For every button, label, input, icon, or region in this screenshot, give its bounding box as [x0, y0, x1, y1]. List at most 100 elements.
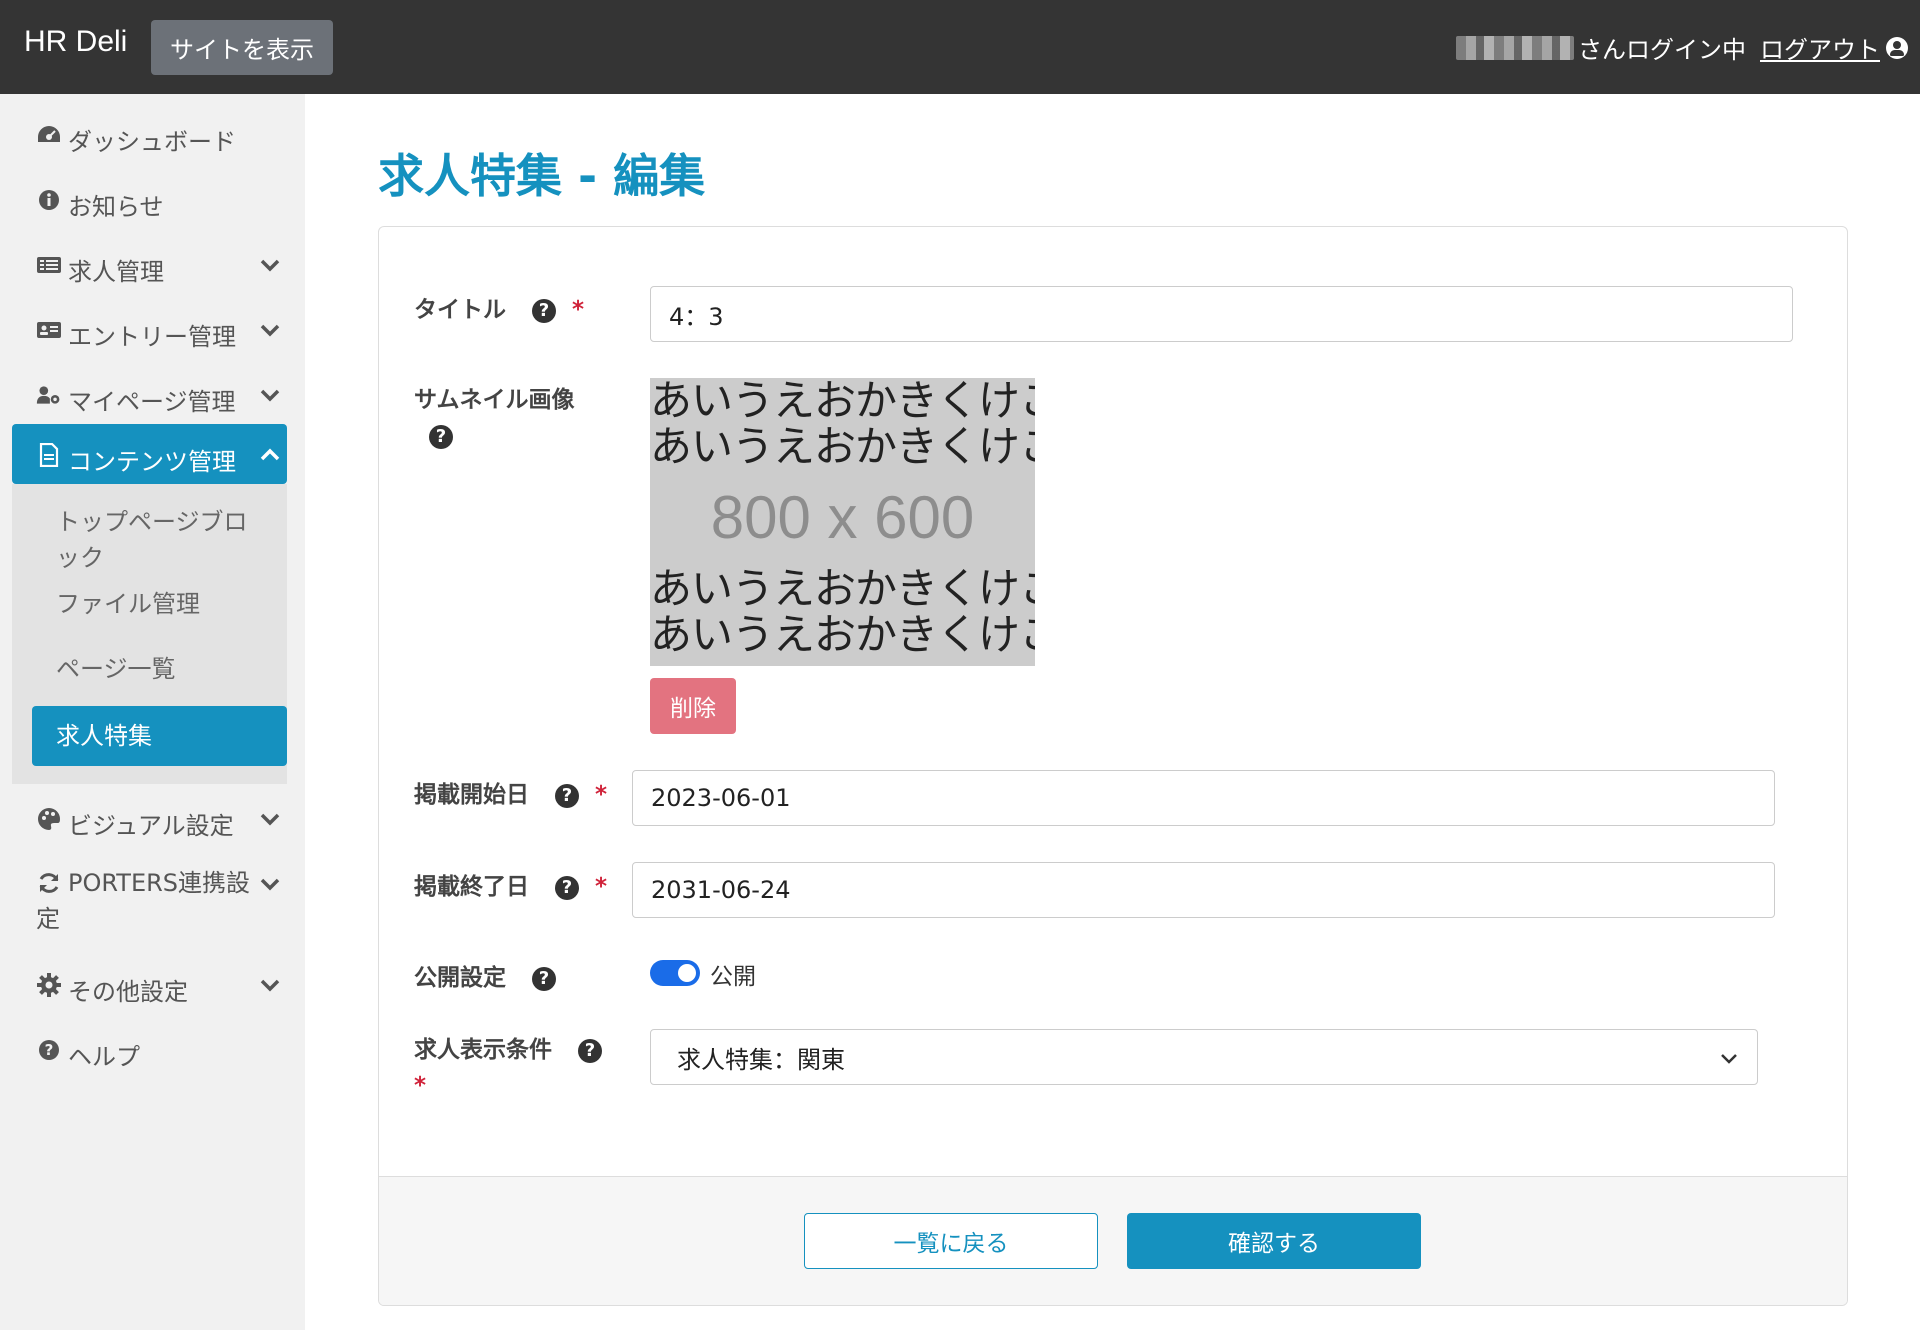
start-date-value: 2023-06-01: [651, 784, 791, 812]
condition-field-label: 求人表示条件 ? *: [414, 1032, 603, 1104]
thumbnail-image: あいうえおかきくけこさ あいうえおかきくけこさ 800 x 600 あいうえおか…: [650, 378, 1035, 666]
title-field-label: タイトル ? *: [414, 290, 584, 324]
thumbnail-text-line: あいうえおかきくけこさ: [650, 422, 1035, 471]
blurred-username: [1456, 35, 1574, 60]
thumbnail-field-label: サムネイル画像 ?: [414, 382, 575, 454]
help-icon[interactable]: ?: [555, 875, 580, 900]
chevron-up-icon[interactable]: [257, 442, 283, 468]
login-status-text: さんログイン中: [1578, 36, 1746, 64]
id-card-icon: [36, 317, 62, 343]
help-icon[interactable]: ?: [555, 783, 580, 808]
submenu-item-label: 求人特集: [56, 722, 152, 750]
submenu-item-label: ファイル管理: [56, 590, 200, 618]
sidebar-item-visual[interactable]: ビジュアル設定: [12, 788, 287, 848]
svg-text:?: ?: [45, 1041, 54, 1059]
help-icon[interactable]: ?: [429, 424, 453, 449]
edit-form-card: [378, 226, 1848, 1306]
question-icon: ?: [36, 1037, 62, 1063]
chevron-down-icon: [1721, 1054, 1737, 1064]
thumbnail-label-text: サムネイル画像: [414, 387, 575, 413]
help-icon[interactable]: ?: [578, 1038, 603, 1063]
submenu-item-label: トップページブロック: [56, 508, 248, 572]
palette-icon: [36, 806, 62, 832]
condition-label-text: 求人表示条件: [414, 1037, 552, 1063]
start-date-input[interactable]: 2023-06-01: [632, 770, 1775, 826]
title-input[interactable]: 4：3: [650, 286, 1793, 342]
sidebar-item-mypage[interactable]: マイページ管理: [12, 364, 287, 424]
publish-label-text: 公開設定: [414, 965, 506, 991]
form-footer: [379, 1176, 1847, 1305]
chevron-down-icon[interactable]: [257, 317, 283, 343]
end-date-input[interactable]: 2031-06-24: [632, 862, 1775, 918]
thumbnail-size-text: 800 x 600: [710, 484, 975, 551]
publish-field-label: 公開設定 ?: [414, 958, 557, 992]
sidebar-item-label: PORTERS連携設定: [36, 869, 251, 933]
back-to-list-button[interactable]: 一覧に戻る: [804, 1213, 1098, 1269]
sidebar-item-label: その他設定: [68, 978, 188, 1006]
top-navbar: HR Deli サイトを表示 さんログイン中 ログアウト: [0, 0, 1920, 94]
chevron-down-icon[interactable]: [257, 252, 283, 278]
brand-logo[interactable]: HR Deli: [24, 25, 127, 59]
submenu-item-page-list[interactable]: ページ一覧: [32, 651, 287, 687]
end-date-field-label: 掲載終了日 ? *: [414, 867, 607, 901]
logout-link[interactable]: ログアウト: [1760, 30, 1880, 65]
sidebar-item-label: エントリー管理: [68, 323, 236, 351]
sidebar-item-help[interactable]: ? ヘルプ: [12, 1019, 287, 1079]
help-icon[interactable]: ?: [532, 298, 557, 323]
sidebar-item-jobs[interactable]: 求人管理: [12, 234, 287, 294]
sidebar-item-label: お知らせ: [68, 193, 164, 221]
user-gear-icon: [36, 382, 62, 408]
chevron-down-icon[interactable]: [257, 871, 283, 897]
list-icon: [36, 252, 62, 278]
required-mark: *: [414, 1073, 427, 1099]
confirm-button[interactable]: 確認する: [1127, 1213, 1421, 1269]
thumbnail-text-line: あいうえおかきくけこさ: [650, 564, 1035, 613]
help-icon[interactable]: ?: [532, 966, 557, 991]
submenu-item-label: ページ一覧: [56, 655, 176, 683]
start-date-field-label: 掲載開始日 ? *: [414, 775, 607, 809]
sidebar-item-entries[interactable]: エントリー管理: [12, 299, 287, 359]
info-icon: [36, 187, 62, 213]
condition-select[interactable]: 求人特集：関東: [650, 1029, 1758, 1085]
sidebar-item-other-settings[interactable]: その他設定: [12, 954, 287, 1014]
sidebar-item-dashboard[interactable]: ダッシュボード: [12, 104, 287, 164]
condition-selected-value: 求人特集：関東: [677, 1045, 845, 1074]
page-title: 求人特集 - 編集: [378, 149, 706, 203]
sidebar-item-label: ヘルプ: [68, 1043, 140, 1071]
sidebar-item-porters[interactable]: PORTERS連携設定: [12, 853, 287, 943]
sidebar-item-news[interactable]: お知らせ: [12, 169, 287, 229]
sidebar-item-label: マイページ管理: [68, 388, 236, 416]
end-date-label-text: 掲載終了日: [414, 874, 529, 900]
end-date-value: 2031-06-24: [651, 876, 791, 904]
required-mark: *: [595, 874, 608, 900]
publish-toggle-label: 公開: [710, 964, 756, 990]
sidebar-item-label: ビジュアル設定: [68, 812, 234, 840]
submenu-item-job-feature[interactable]: 求人特集: [32, 706, 287, 766]
required-mark: *: [595, 782, 608, 808]
publish-toggle[interactable]: [650, 960, 700, 986]
view-site-button[interactable]: サイトを表示: [151, 20, 333, 75]
thumbnail-text-line: あいうえおかきくけこさ: [650, 378, 1035, 425]
thumbnail-text-line: あいうえおかきくけこさ: [650, 610, 1035, 659]
required-mark: *: [572, 297, 585, 323]
contents-submenu: トップページブロック ファイル管理 ページ一覧 求人特集: [12, 484, 287, 784]
start-date-label-text: 掲載開始日: [414, 782, 529, 808]
sidebar-item-label: 求人管理: [68, 258, 164, 286]
chevron-down-icon[interactable]: [257, 806, 283, 832]
submenu-item-file-management[interactable]: ファイル管理: [32, 586, 287, 622]
dashboard-icon: [36, 122, 62, 148]
gear-icon: [36, 972, 62, 998]
file-icon: [36, 442, 62, 468]
title-label-text: タイトル: [414, 297, 506, 323]
sidebar-item-label: コンテンツ管理: [68, 448, 236, 476]
sidebar-item-label: ダッシュボード: [68, 128, 236, 156]
sidebar-item-contents[interactable]: コンテンツ管理: [12, 424, 287, 484]
title-input-value: 4：3: [669, 302, 724, 331]
user-circle-icon[interactable]: [1886, 36, 1908, 59]
submenu-item-top-page-block[interactable]: トップページブロック: [32, 504, 287, 576]
sidebar: ダッシュボード お知らせ 求人管理 エントリー管理 マイページ管理 コンテンツ管…: [0, 94, 305, 1330]
chevron-down-icon[interactable]: [257, 382, 283, 408]
user-box: さんログイン中 ログアウト: [1456, 30, 1908, 65]
delete-thumbnail-button[interactable]: 削除: [650, 678, 736, 734]
chevron-down-icon[interactable]: [257, 972, 283, 998]
